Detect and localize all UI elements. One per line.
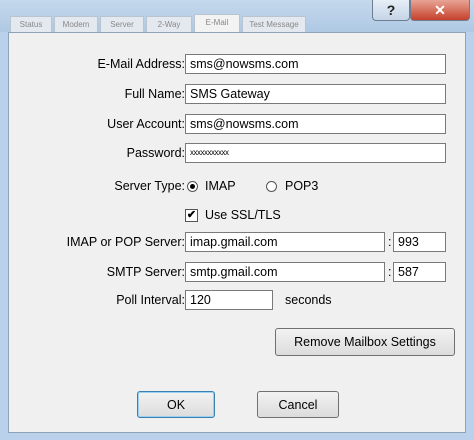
pop3-radio[interactable] [266,181,277,192]
cancel-button[interactable]: Cancel [257,391,339,418]
password-field[interactable]: xxxxxxxxxxx [185,143,446,163]
smtp-server-label: SMTP Server: [106,265,185,279]
tab-modem: Modem [54,16,98,33]
radio-selected-dot [190,184,195,189]
poll-interval-field[interactable]: 120 [185,290,273,310]
use-ssl-label[interactable]: Use SSL/TLS [205,205,281,225]
imap-pop-server-label: IMAP or POP Server: [66,235,185,249]
smtp-port-separator: : [388,265,392,279]
imap-port-separator: : [388,235,392,249]
poll-interval-label: Poll Interval: [116,293,185,307]
user-account-label: User Account: [107,117,185,131]
server-type-label: Server Type: [114,179,185,193]
ok-button[interactable]: OK [137,391,215,418]
help-button[interactable]: ? [372,0,410,21]
smtp-server-field[interactable]: smtp.gmail.com [185,262,385,282]
full-name-field[interactable]: SMS Gateway [185,84,446,104]
remove-mailbox-settings-button[interactable]: Remove Mailbox Settings [275,328,455,356]
close-button[interactable]: ✕ [410,0,470,21]
pop3-radio-label[interactable]: POP3 [285,176,318,196]
tab-2way: 2-Way [146,16,192,33]
email-settings-dialog: E-Mail Address: sms@nowsms.com Full Name… [8,32,466,433]
tab-email: E-Mail [194,14,240,33]
imap-pop-server-field[interactable]: imap.gmail.com [185,232,385,252]
imap-radio[interactable] [187,181,198,192]
tab-status: Status [10,16,52,33]
password-label: Password: [126,146,185,160]
poll-interval-unit: seconds [285,293,332,307]
email-address-label: E-Mail Address: [97,57,185,71]
full-name-label: Full Name: [124,87,185,101]
imap-port-field[interactable]: 993 [393,232,446,252]
tab-server: Server [100,16,144,33]
tab-test-message: Test Message [242,16,306,33]
user-account-field[interactable]: sms@nowsms.com [185,114,446,134]
email-address-field[interactable]: sms@nowsms.com [185,54,446,74]
smtp-port-field[interactable]: 587 [393,262,446,282]
imap-radio-label[interactable]: IMAP [205,176,236,196]
use-ssl-checkbox[interactable]: ✔ [185,209,198,222]
window-titlebar: Status Modem Server 2-Way E-Mail Test Me… [0,0,474,33]
